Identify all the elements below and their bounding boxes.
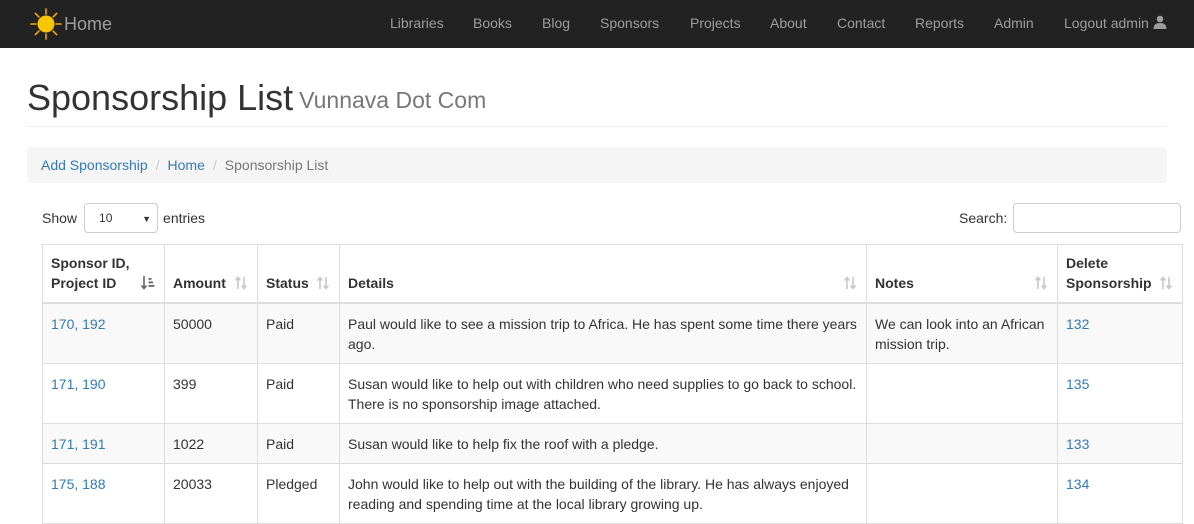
sort-ascending-icon [140, 275, 155, 290]
user-icon [1153, 15, 1167, 29]
cell-delete: 134 [1057, 462, 1183, 524]
cell-delete: 135 [1057, 362, 1183, 424]
search-label: Search: [959, 210, 1008, 226]
cell-status: Pledged [257, 462, 340, 524]
cell-notes [866, 422, 1058, 464]
cell-ids: 171, 190 [42, 362, 165, 424]
sponsor-project-id-link[interactable]: 171, 190 [51, 376, 106, 392]
column-header-label: Amount [173, 274, 226, 291]
table-row: 175, 188 20033 Pledged John would like t… [42, 462, 1183, 524]
breadcrumb-separator: / [155, 157, 160, 173]
nav-about[interactable]: About [770, 14, 807, 32]
column-header-label: Project ID [51, 274, 117, 291]
table-row: 171, 190 399 Paid Susan would like to he… [42, 362, 1183, 424]
column-header-sponsor-project-id[interactable]: Sponsor ID, Project ID [42, 244, 165, 304]
nav-sponsors[interactable]: Sponsors [600, 14, 659, 32]
breadcrumb-add-sponsorship[interactable]: Add Sponsorship [41, 157, 148, 173]
table-header-row: Sponsor ID, Project ID Amount Status Det… [42, 244, 1183, 304]
sponsor-project-id-link[interactable]: 170, 192 [51, 316, 106, 332]
delete-sponsorship-link[interactable]: 133 [1066, 436, 1089, 452]
delete-sponsorship-link[interactable]: 134 [1066, 476, 1089, 492]
nav-reports[interactable]: Reports [915, 14, 964, 32]
cell-details: Paul would like to see a mission trip to… [339, 302, 867, 364]
cell-status: Paid [257, 362, 340, 424]
sponsorship-table: Sponsor ID, Project ID Amount Status Det… [42, 244, 1183, 524]
sponsor-project-id-link[interactable]: 171, 191 [51, 436, 106, 452]
sort-both-icon [234, 275, 248, 290]
nav-books[interactable]: Books [473, 14, 512, 32]
page-length-control: Show 10 ▼ entries [42, 203, 205, 233]
cell-notes: We can look into an African mission trip… [866, 302, 1058, 364]
cell-ids: 175, 188 [42, 462, 165, 524]
page-header: Sponsorship List Vunnava Dot Com [27, 64, 1167, 127]
nav-libraries[interactable]: Libraries [390, 14, 444, 32]
column-header-delete-sponsorship[interactable]: Delete Sponsorship [1057, 244, 1183, 304]
cell-ids: 170, 192 [42, 302, 165, 364]
column-header-label: Notes [875, 274, 914, 291]
table-row: 170, 192 50000 Paid Paul would like to s… [42, 302, 1183, 364]
page-size-select[interactable]: 10 ▼ [84, 203, 159, 233]
cell-details: John would like to help out with the bui… [339, 462, 867, 524]
cell-notes [866, 362, 1058, 424]
cell-notes [866, 462, 1058, 524]
cell-status: Paid [257, 302, 340, 364]
entries-label: entries [163, 210, 206, 226]
cell-delete: 133 [1057, 422, 1183, 464]
nav-contact[interactable]: Contact [837, 14, 885, 32]
page-subtitle: Vunnava Dot Com [299, 87, 487, 113]
column-header-details[interactable]: Details [339, 244, 867, 304]
cell-status: Paid [257, 422, 340, 464]
caret-down-icon: ▼ [142, 214, 152, 224]
nav-blog[interactable]: Blog [542, 14, 570, 32]
sponsor-project-id-link[interactable]: 175, 188 [51, 476, 106, 492]
column-header-label: Sponsor ID, [51, 254, 130, 271]
page-title-text: Sponsorship List [27, 77, 294, 118]
column-header-status[interactable]: Status [257, 244, 340, 304]
nav-admin[interactable]: Admin [994, 14, 1034, 32]
nav-logout[interactable]: Logout admin [1064, 14, 1167, 32]
sort-both-icon [1034, 275, 1048, 290]
column-header-amount[interactable]: Amount [164, 244, 258, 304]
main-nav: Libraries Books Blog Sponsors Projects A… [0, 0, 1194, 48]
cell-ids: 171, 191 [42, 422, 165, 464]
show-label: Show [42, 210, 78, 226]
breadcrumb-current: Sponsorship List [224, 157, 329, 173]
column-header-label: Details [348, 274, 394, 291]
breadcrumb-separator: / [212, 157, 217, 173]
logout-label: Logout admin [1064, 15, 1149, 31]
column-header-notes[interactable]: Notes [866, 244, 1058, 304]
search-control: Search: [959, 203, 1182, 233]
page-title: Sponsorship List Vunnava Dot Com [27, 78, 486, 120]
column-header-label: Delete [1066, 254, 1109, 271]
search-input[interactable] [1013, 203, 1182, 233]
cell-amount: 50000 [164, 302, 258, 364]
delete-sponsorship-link[interactable]: 135 [1066, 376, 1089, 392]
page-size-value: 10 [99, 211, 113, 225]
breadcrumb: Add Sponsorship / Home / Sponsorship Lis… [27, 147, 1167, 183]
sort-both-icon [316, 275, 330, 290]
cell-details: Susan would like to help fix the roof wi… [339, 422, 867, 464]
delete-sponsorship-link[interactable]: 132 [1066, 316, 1089, 332]
cell-delete: 132 [1057, 302, 1183, 364]
column-header-label: Sponsorship [1066, 274, 1152, 291]
cell-details: Susan would like to help out with childr… [339, 362, 867, 424]
sort-both-icon [1159, 275, 1173, 290]
cell-amount: 1022 [164, 422, 258, 464]
nav-projects[interactable]: Projects [690, 14, 741, 32]
navbar: Home Libraries Books Blog Sponsors Proje… [0, 0, 1194, 48]
cell-amount: 20033 [164, 462, 258, 524]
column-header-label: Status [266, 274, 309, 291]
breadcrumb-home[interactable]: Home [168, 157, 205, 173]
sort-both-icon [843, 275, 857, 290]
cell-amount: 399 [164, 362, 258, 424]
table-row: 171, 191 1022 Paid Susan would like to h… [42, 422, 1183, 464]
